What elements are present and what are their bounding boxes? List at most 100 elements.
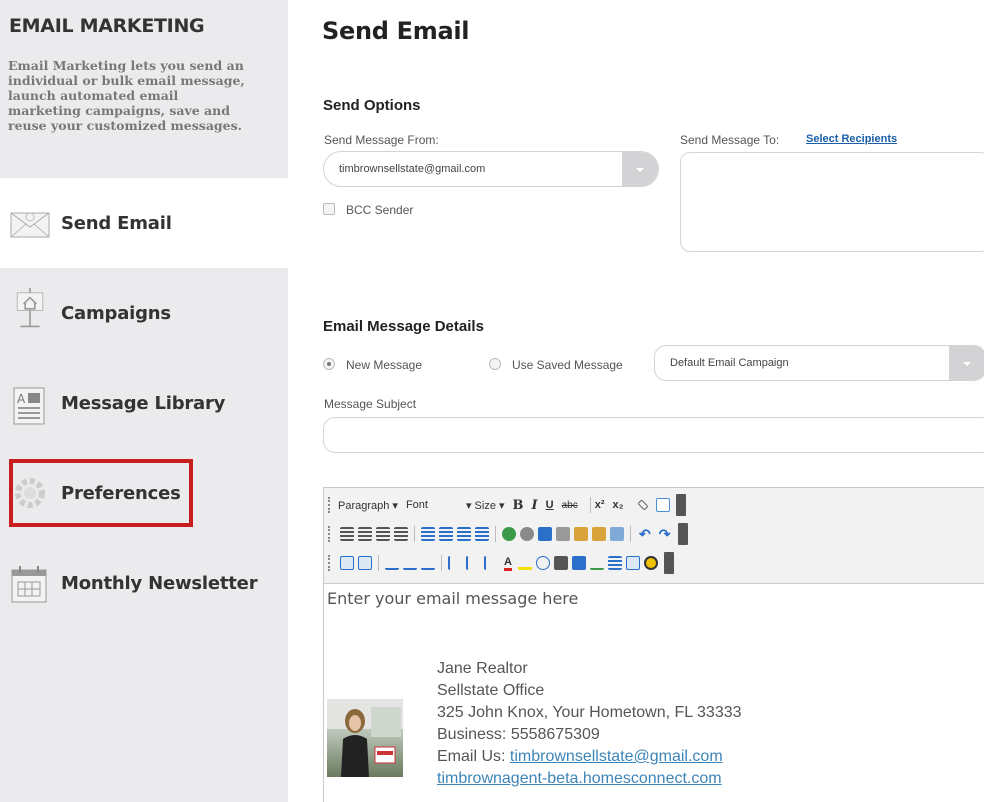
toolbar-grip[interactable] [328,497,332,513]
align-right-icon[interactable] [376,527,390,541]
media-icon[interactable] [571,556,586,570]
size-dropdown[interactable]: ▾ Size ▾ [466,499,505,512]
eraser-icon[interactable] [636,499,649,511]
house-sign-icon [16,288,44,328]
main-content: Send Email Send Options Send Message Fro… [288,0,984,802]
redo-icon[interactable]: ↷ [659,526,671,543]
undo-icon[interactable]: ↶ [639,526,651,543]
insert-table-icon[interactable] [340,556,354,570]
sidebar-item-message-library[interactable]: A Message Library [0,358,288,448]
sidebar-item-campaigns[interactable]: Campaigns [0,268,288,358]
outdent-icon[interactable] [457,527,471,541]
indent-icon[interactable] [475,527,489,541]
insert-date-icon[interactable] [625,556,640,570]
paste-text-icon[interactable] [610,527,624,541]
subject-label: Message Subject [324,397,417,411]
insert-column-icon[interactable] [448,556,462,570]
toolbar-overflow-icon[interactable] [663,552,674,574]
editor-placeholder: Enter your email message here [327,589,579,608]
table-properties-icon[interactable] [358,556,372,570]
new-message-label: New Message [346,358,423,372]
sidebar: EMAIL MARKETING Email Marketing lets you… [0,0,288,802]
spellcheck-icon[interactable] [589,556,604,570]
subject-input[interactable] [323,417,984,453]
delete-column-icon[interactable] [466,556,480,570]
sidebar-title: EMAIL MARKETING [9,15,205,37]
send-options-heading: Send Options [323,97,421,114]
underline-icon[interactable]: U [546,499,554,511]
horizontal-rule-icon[interactable] [607,556,622,570]
unlink-icon[interactable] [520,527,534,541]
sidebar-item-send-email[interactable]: Send Email [0,178,288,268]
superscript-icon[interactable]: x² [595,499,605,511]
paste-icon[interactable] [592,527,606,541]
cut-icon[interactable] [556,527,570,541]
chevron-down-icon[interactable] [622,152,658,186]
new-message-radio[interactable] [323,358,335,370]
editor-body[interactable]: Enter your email message here [327,589,578,608]
email-signature: Jane Realtor Sellstate Office 325 John K… [437,658,742,790]
message-editor[interactable]: Paragraph ▾ Font ▾ Size ▾ B I U abc x² x… [323,487,984,802]
align-center-icon[interactable] [358,527,372,541]
toolbar-row: ↶ ↷ [328,521,689,547]
justify-icon[interactable] [394,527,408,541]
sidebar-description: Email Marketing lets you send an individ… [8,58,245,133]
signature-website-line: timbrownagent-beta.homesconnect.com [437,768,742,790]
send-from-value: timbrownsellstate@gmail.com [339,163,486,175]
toolbar-overflow-icon[interactable] [678,523,689,545]
toolbar-grip[interactable] [328,526,332,542]
numbered-list-icon[interactable] [439,527,453,541]
select-recipients-link[interactable]: Select Recipients [806,133,897,145]
send-from-select[interactable]: timbrownsellstate@gmail.com [323,151,659,187]
sidebar-item-label: Message Library [61,392,226,414]
highlight-color-icon[interactable] [517,556,532,570]
editor-toolbar: Paragraph ▾ Font ▾ Size ▾ B I U abc x² x… [324,488,984,584]
library-icon: A [13,387,45,425]
envelope-icon [10,212,50,238]
link-icon[interactable] [502,527,516,541]
preview-icon[interactable] [535,556,550,570]
page-title: Send Email [322,17,470,45]
new-document-icon[interactable] [655,498,670,512]
signature-business: Business: 5558675309 [437,726,600,743]
bullet-list-icon[interactable] [421,527,435,541]
merge-cells-icon[interactable] [421,556,435,570]
sidebar-item-label: Monthly Newsletter [61,572,258,594]
toolbar-row: A [328,550,674,576]
saved-message-select[interactable]: Default Email Campaign [654,345,984,381]
signature-website-link[interactable]: timbrownagent-beta.homesconnect.com [437,770,722,787]
chevron-down-icon[interactable] [949,346,984,380]
text-color-icon[interactable]: A [504,556,512,571]
image-icon[interactable] [553,556,568,570]
align-left-icon[interactable] [340,527,354,541]
table-icon[interactable] [538,527,552,541]
bcc-label: BCC Sender [346,203,414,217]
copy-icon[interactable] [574,527,588,541]
strikethrough-icon[interactable]: abc [562,500,578,511]
bold-icon[interactable]: B [513,498,524,513]
signature-office: Sellstate Office [437,682,545,699]
delete-row-icon[interactable] [403,556,417,570]
sidebar-item-monthly-newsletter[interactable]: Monthly Newsletter [0,538,288,628]
recipients-field[interactable] [680,152,984,252]
signature-address: 325 John Knox, Your Hometown, FL 33333 [437,704,742,721]
italic-icon[interactable]: I [532,498,538,513]
send-to-label: Send Message To: [680,133,780,147]
send-from-label: Send Message From: [324,133,439,147]
paragraph-dropdown[interactable]: Paragraph ▾ [338,499,398,512]
saved-message-value: Default Email Campaign [670,357,789,369]
agent-photo-image [327,699,403,777]
toolbar-overflow-icon[interactable] [675,494,686,516]
subscript-icon[interactable]: x₂ [612,499,623,511]
toolbar-grip[interactable] [328,555,332,571]
svg-text:A: A [17,392,26,406]
split-cell-icon[interactable] [484,556,498,570]
font-dropdown[interactable]: Font [406,499,428,511]
calendar-icon [11,566,47,603]
insert-time-icon[interactable] [643,556,658,570]
bcc-checkbox[interactable] [323,203,335,215]
insert-row-icon[interactable] [385,556,399,570]
signature-email-link[interactable]: timbrownsellstate@gmail.com [510,748,723,765]
signature-email-line: Email Us: timbrownsellstate@gmail.com [437,748,723,765]
use-saved-radio[interactable] [489,358,501,370]
